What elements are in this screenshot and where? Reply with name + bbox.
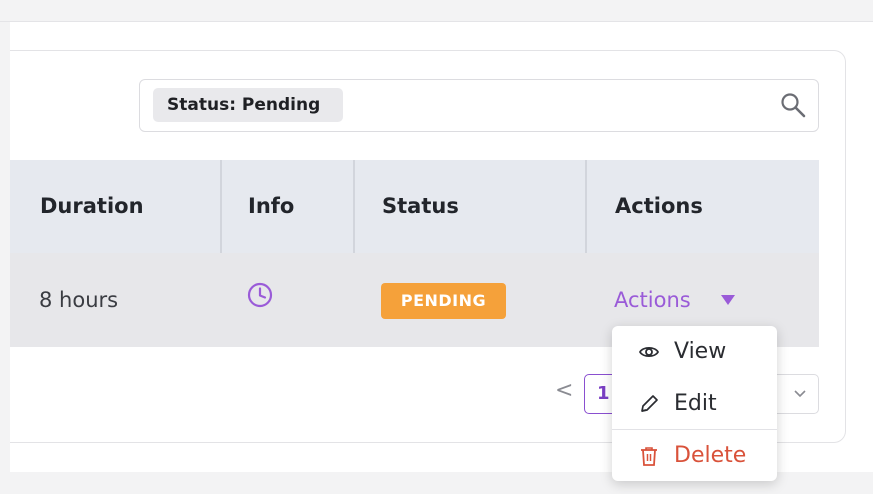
column-divider — [220, 160, 222, 253]
eye-icon — [638, 346, 660, 358]
status-badge: PENDING — [381, 283, 506, 319]
caret-down-icon[interactable] — [719, 293, 737, 307]
column-divider — [353, 160, 355, 253]
menu-item-edit[interactable]: Edit — [612, 378, 777, 430]
duration-cell: 8 hours — [39, 288, 119, 312]
pagination-prev-button[interactable]: < — [555, 378, 573, 403]
chevron-down-icon — [794, 390, 806, 398]
column-header-status[interactable]: Status — [382, 160, 459, 253]
pencil-icon — [641, 395, 658, 412]
column-divider — [585, 160, 587, 253]
trash-icon — [641, 447, 657, 466]
clock-icon[interactable] — [246, 281, 274, 309]
search-icon[interactable] — [779, 91, 807, 119]
column-header-info[interactable]: Info — [248, 160, 294, 253]
top-strip — [0, 0, 873, 22]
column-header-duration[interactable]: Duration — [40, 160, 144, 253]
column-header-actions: Actions — [615, 194, 703, 218]
status-filter-chip[interactable]: Status: Pending — [153, 88, 343, 122]
menu-item-view[interactable]: View — [612, 326, 777, 378]
menu-item-delete[interactable]: Delete — [612, 430, 777, 482]
